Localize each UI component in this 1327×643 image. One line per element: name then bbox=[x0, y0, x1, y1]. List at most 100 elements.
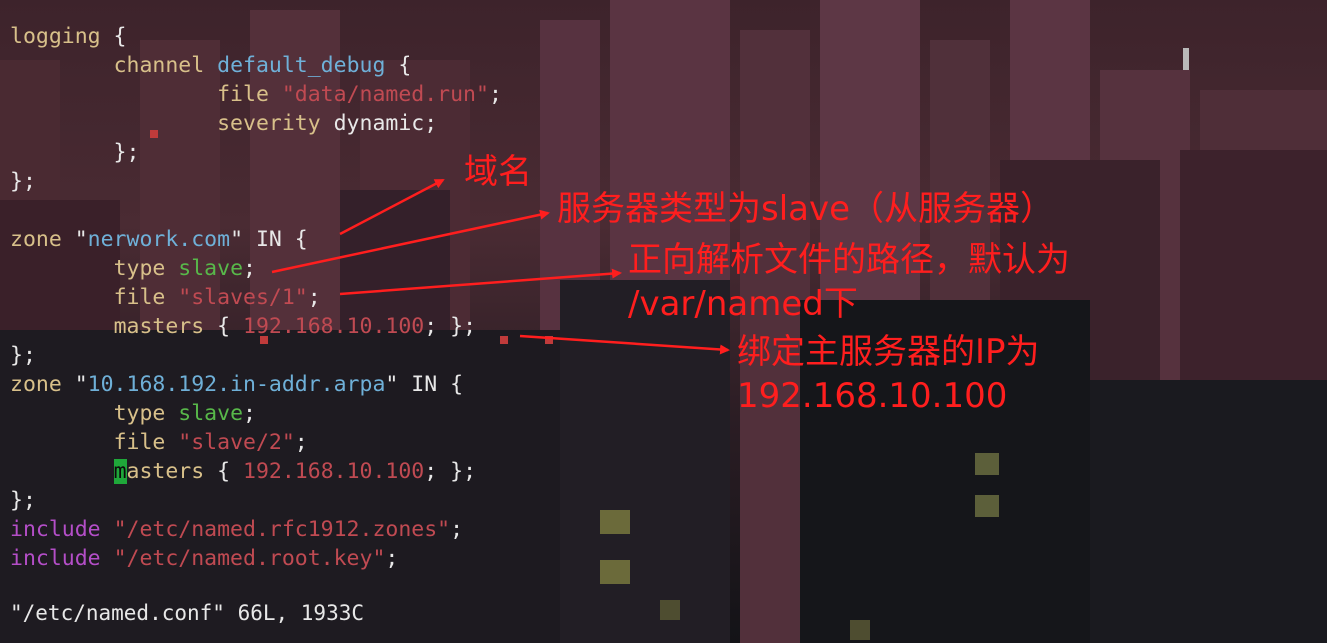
code-line[interactable]: type slave; bbox=[10, 254, 502, 283]
code-token: dynamic; bbox=[320, 111, 438, 136]
window bbox=[600, 510, 630, 534]
code-line[interactable]: }; bbox=[10, 341, 502, 370]
light bbox=[545, 336, 553, 344]
code-token: " bbox=[61, 227, 88, 252]
code-line[interactable]: masters { 192.168.10.100; }; bbox=[10, 457, 502, 486]
code-token: ; bbox=[243, 256, 256, 281]
code-token: }; bbox=[10, 488, 36, 513]
code-token: { bbox=[385, 53, 412, 78]
code-token: " IN { bbox=[385, 372, 464, 397]
code-token: severity bbox=[217, 111, 321, 136]
code-token: nerwork.com bbox=[87, 227, 231, 252]
window bbox=[975, 453, 999, 475]
terminal-window: logging { channel default_debug { file "… bbox=[0, 0, 1327, 643]
code-token: { bbox=[100, 24, 127, 49]
code-token: }; bbox=[10, 140, 140, 165]
code-token: masters bbox=[113, 314, 205, 339]
annotation-master-line2: 192.168.10.100 bbox=[737, 376, 1008, 416]
code-line[interactable]: zone "nerwork.com" IN { bbox=[10, 225, 502, 254]
annotation-master-line1: 绑定主服务器的IP为 bbox=[737, 332, 1040, 372]
code-token: channel bbox=[113, 53, 205, 78]
code-line[interactable]: file "slaves/1"; bbox=[10, 283, 502, 312]
annotation-path-line2: /var/named下 bbox=[628, 284, 858, 324]
code-line[interactable]: }; bbox=[10, 167, 502, 196]
code-line[interactable]: include "/etc/named.root.key"; bbox=[10, 544, 502, 573]
building bbox=[560, 280, 730, 643]
annotation-path-line1: 正向解析文件的路径，默认为 bbox=[628, 240, 1070, 280]
code-token: slave bbox=[178, 401, 244, 426]
code-token: ; }; bbox=[424, 314, 477, 339]
building bbox=[1090, 380, 1327, 643]
window bbox=[660, 600, 680, 620]
code-token: default_debug bbox=[217, 53, 386, 78]
code-line[interactable]: }; bbox=[10, 138, 502, 167]
code-token: 10.168.192.in-addr.arpa bbox=[87, 372, 386, 397]
code-line[interactable]: severity dynamic; bbox=[10, 109, 502, 138]
code-token: asters bbox=[126, 459, 205, 484]
code-editor[interactable]: logging { channel default_debug { file "… bbox=[10, 22, 502, 602]
code-token: logging bbox=[10, 24, 101, 49]
code-token: ; bbox=[450, 517, 464, 542]
code-token: 192.168.10.100 bbox=[243, 459, 425, 484]
code-token: type bbox=[113, 256, 166, 281]
code-token: ; bbox=[243, 401, 256, 426]
code-token: "slaves/1" bbox=[178, 285, 308, 310]
code-line[interactable]: masters { 192.168.10.100; }; bbox=[10, 312, 502, 341]
code-token: ; bbox=[294, 430, 308, 455]
code-token: ; bbox=[385, 546, 399, 571]
code-line[interactable]: file "data/named.run"; bbox=[10, 80, 502, 109]
code-token: "data/named.run" bbox=[281, 82, 489, 107]
code-line[interactable] bbox=[10, 196, 502, 225]
code-token: ; bbox=[307, 285, 321, 310]
code-line[interactable]: zone "10.168.192.in-addr.arpa" IN { bbox=[10, 370, 502, 399]
code-line[interactable]: file "slave/2"; bbox=[10, 428, 502, 457]
code-token: " bbox=[61, 372, 88, 397]
window bbox=[975, 495, 999, 517]
code-token: zone bbox=[10, 372, 62, 397]
code-line[interactable]: include "/etc/named.rfc1912.zones"; bbox=[10, 515, 502, 544]
code-token: { bbox=[204, 459, 244, 484]
code-token: file bbox=[113, 430, 166, 455]
code-line[interactable]: }; bbox=[10, 486, 502, 515]
code-token: 192.168.10.100 bbox=[243, 314, 425, 339]
code-token: ; }; bbox=[424, 459, 477, 484]
code-token: "slave/2" bbox=[178, 430, 295, 455]
annotation-domain: 域名 bbox=[464, 152, 532, 192]
annotation-server-type: 服务器类型为slave（从服务器） bbox=[557, 189, 1055, 229]
code-token: " IN { bbox=[230, 227, 308, 252]
status-line: "/etc/named.conf" 66L, 1933C bbox=[10, 601, 365, 625]
code-token: file bbox=[217, 82, 269, 107]
code-token: { bbox=[204, 314, 244, 339]
scrollbar-thumb bbox=[1183, 48, 1189, 70]
code-token: }; bbox=[10, 169, 36, 194]
code-token: }; bbox=[10, 343, 36, 368]
text-cursor: m bbox=[113, 459, 127, 484]
code-line[interactable]: type slave; bbox=[10, 399, 502, 428]
code-token: slave bbox=[178, 256, 244, 281]
code-token: include bbox=[10, 546, 101, 571]
code-token: file bbox=[113, 285, 166, 310]
code-line[interactable]: channel default_debug { bbox=[10, 51, 502, 80]
code-line[interactable] bbox=[10, 573, 502, 602]
code-token: zone bbox=[10, 227, 62, 252]
code-token: type bbox=[113, 401, 166, 426]
code-line[interactable]: logging { bbox=[10, 22, 502, 51]
code-token: "/etc/named.rfc1912.zones" bbox=[113, 517, 451, 542]
